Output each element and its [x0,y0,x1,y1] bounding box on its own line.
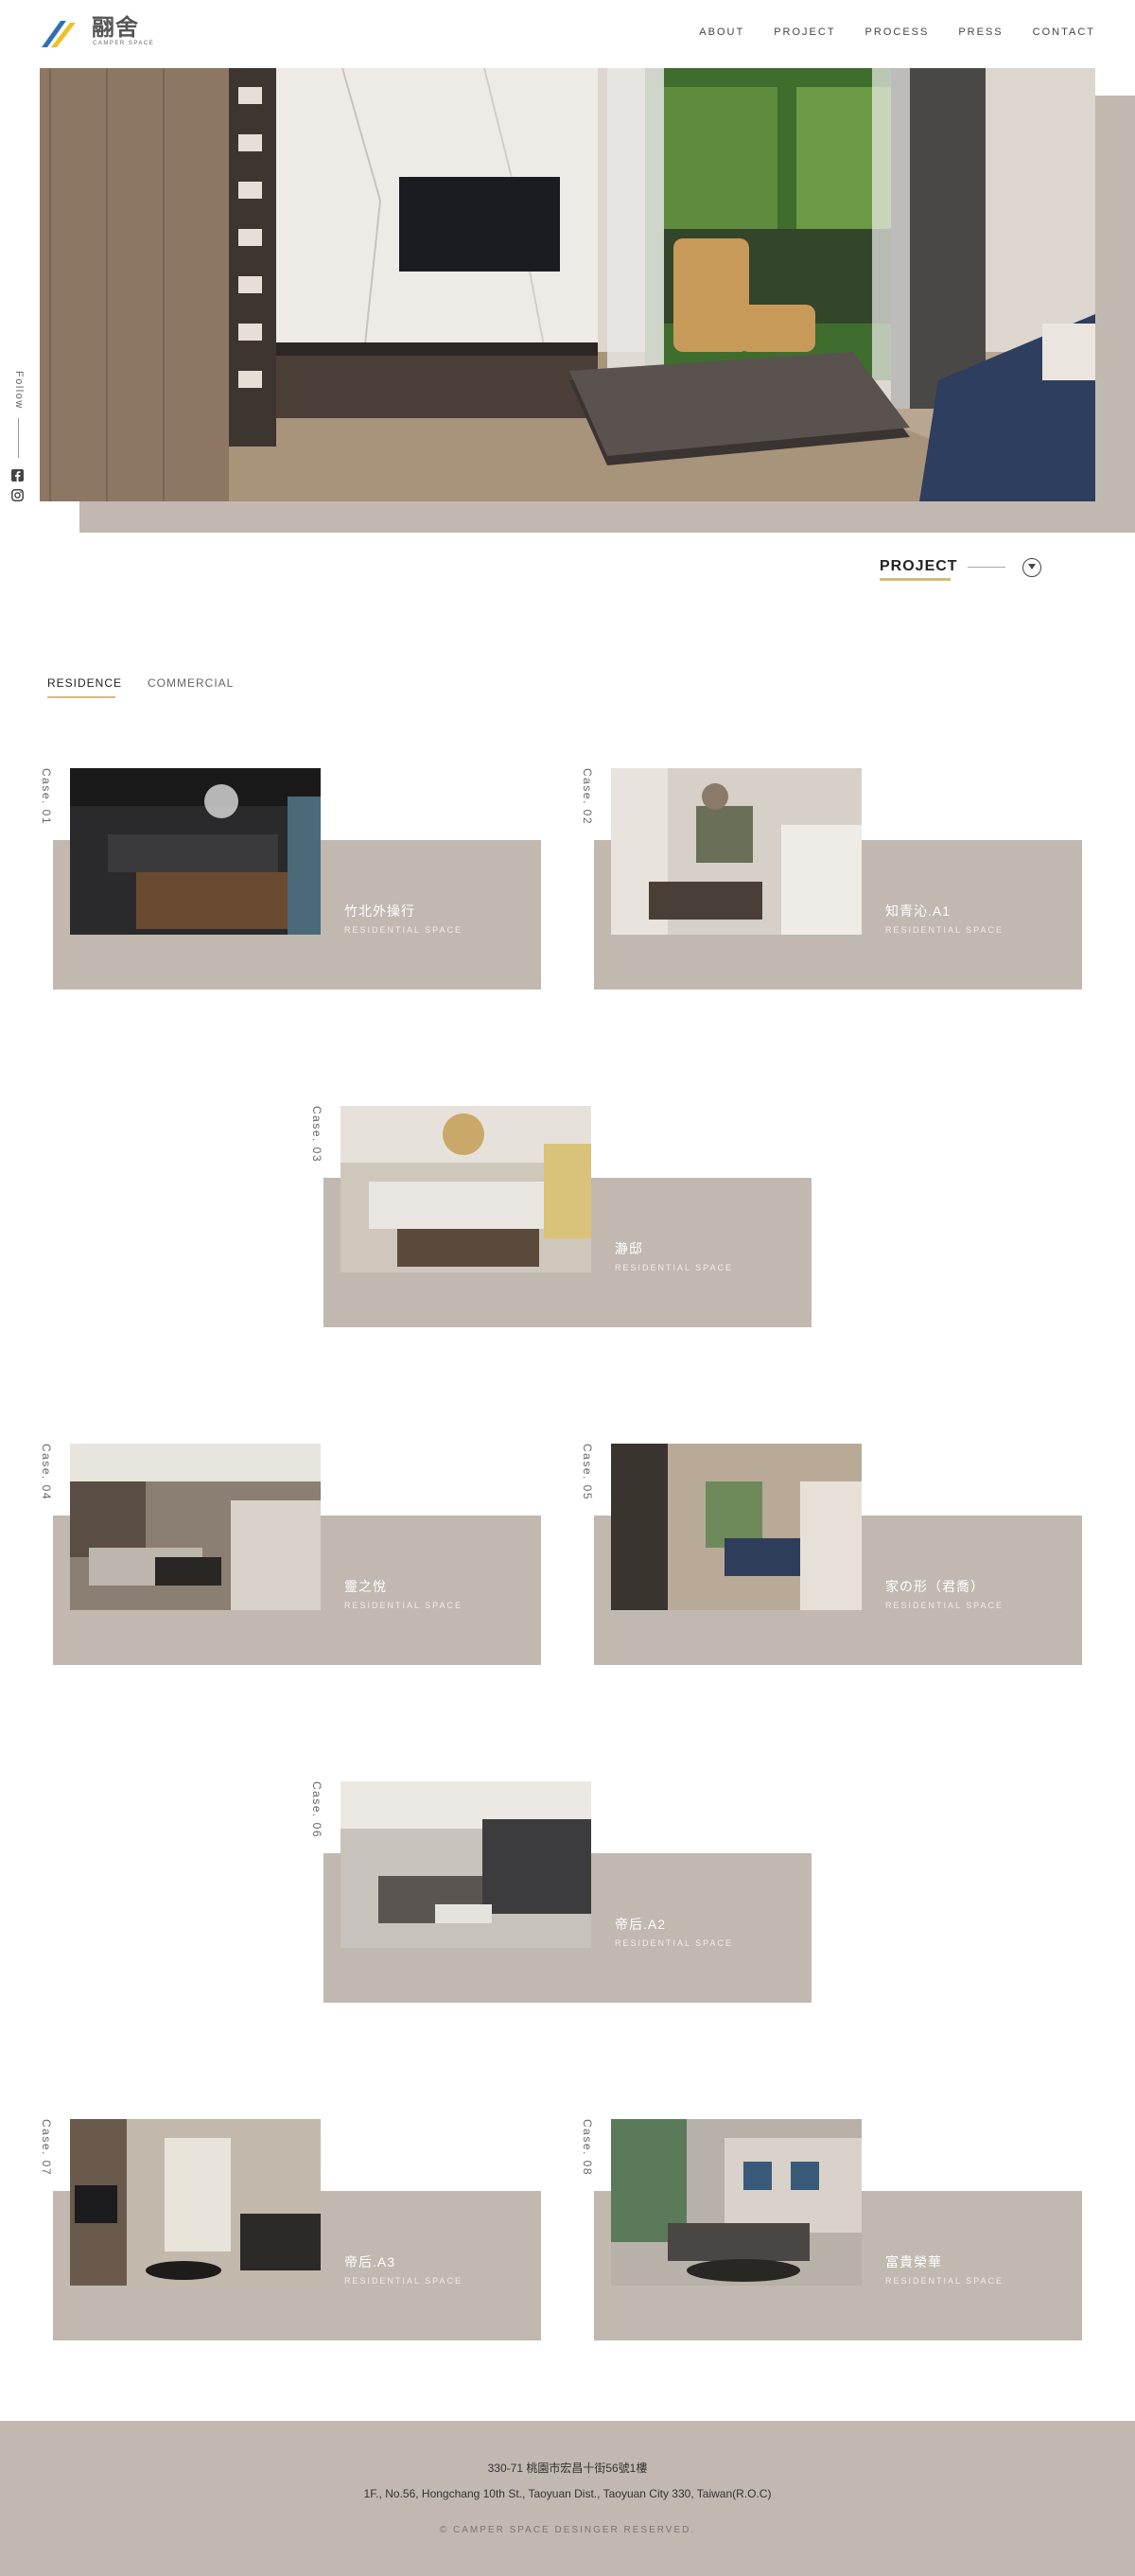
hero-image [40,68,1095,501]
nav-about[interactable]: ABOUT [699,26,744,38]
facebook-icon[interactable] [11,469,24,482]
case-number: Case. 06 [310,1781,323,1839]
case-title: 竹北外操行 [344,903,415,919]
case-type: RESIDENTIAL SPACE [344,2276,463,2286]
case-thumbnail [70,768,321,935]
scroll-down-button[interactable] [1022,558,1041,577]
tab-commercial[interactable]: COMMERCIAL [148,676,234,690]
case-type: RESIDENTIAL SPACE [885,2276,1004,2286]
instagram-icon[interactable] [11,489,24,501]
case-card[interactable]: Case. 03 瀞邸 RESIDENTIAL SPACE [310,1106,851,1333]
case-title: 靈之悅 [344,1579,387,1594]
nav-project[interactable]: PROJECT [774,26,835,38]
section-title-underline [880,578,951,581]
case-card[interactable]: Case. 02 知青沁.A1 RESIDENTIAL SPACE [581,768,1122,995]
case-type: RESIDENTIAL SPACE [885,1601,1004,1610]
footer-address-cn: 330-71 桃園市宏昌十街56號1樓 [487,2462,648,2475]
case-number: Case. 04 [40,1444,53,1501]
case-card[interactable]: Case. 01 竹北外操行 RESIDENTIAL SPACE [40,768,581,995]
nav-press[interactable]: PRESS [958,26,1003,38]
case-thumbnail [70,2119,321,2286]
case-title: 知青沁.A1 [885,903,952,919]
case-thumbnail [611,768,862,935]
follow-divider [18,418,19,458]
case-thumbnail [70,1444,321,1610]
footer-address-en: 1F., No.56, Hongchang 10th St., Taoyuan … [363,2487,772,2500]
follow-sidebar: Follow [9,371,28,428]
case-title: 家の形（君喬） [885,1579,985,1594]
case-type: RESIDENTIAL SPACE [615,1263,734,1272]
logo[interactable]: 翮舍 CAMPER SPACE [40,15,172,51]
section-title: PROJECT [880,558,958,574]
case-title: 帝后.A3 [344,2254,396,2269]
logo-text: 翮舍 [92,14,139,41]
case-title: 富貴榮華 [885,2254,942,2269]
case-number: Case. 03 [310,1106,323,1164]
nav-contact[interactable]: CONTACT [1033,26,1095,38]
case-type: RESIDENTIAL SPACE [885,925,1004,935]
follow-label: Follow [13,371,25,410]
case-card[interactable]: Case. 07 帝后.A3 RESIDENTIAL SPACE [40,2119,581,2346]
case-number: Case. 07 [40,2119,53,2177]
case-number: Case. 08 [581,2119,594,2177]
tab-residence[interactable]: RESIDENCE [47,676,122,690]
logo-subtext: CAMPER SPACE [93,41,155,46]
case-type: RESIDENTIAL SPACE [615,1938,734,1948]
case-thumbnail [611,2119,862,2286]
case-thumbnail [340,1781,591,1948]
case-card[interactable]: Case. 05 家の形（君喬） RESIDENTIAL SPACE [581,1444,1122,1671]
chevron-down-icon [1028,564,1036,570]
case-title: 帝后.A2 [615,1917,667,1932]
case-card[interactable]: Case. 04 靈之悅 RESIDENTIAL SPACE [40,1444,581,1671]
tab-active-indicator [47,696,115,698]
footer-copyright: © CAMPER SPACE DESINGER RESERVED. [439,2525,696,2535]
case-card[interactable]: Case. 06 帝后.A2 RESIDENTIAL SPACE [310,1781,851,2008]
case-number: Case. 05 [581,1444,594,1501]
logo-mark-icon [42,21,76,47]
nav-process[interactable]: PROCESS [865,26,930,38]
case-title: 瀞邸 [615,1241,643,1256]
case-number: Case. 01 [40,768,53,826]
main-nav: ABOUT PROJECT PROCESS PRESS CONTACT [699,26,1095,38]
case-type: RESIDENTIAL SPACE [344,1601,463,1610]
case-number: Case. 02 [581,768,594,826]
section-divider [968,567,1005,568]
case-card[interactable]: Case. 08 富貴榮華 RESIDENTIAL SPACE [581,2119,1122,2346]
case-thumbnail [340,1106,591,1272]
case-type: RESIDENTIAL SPACE [344,925,463,935]
case-thumbnail [611,1444,862,1610]
